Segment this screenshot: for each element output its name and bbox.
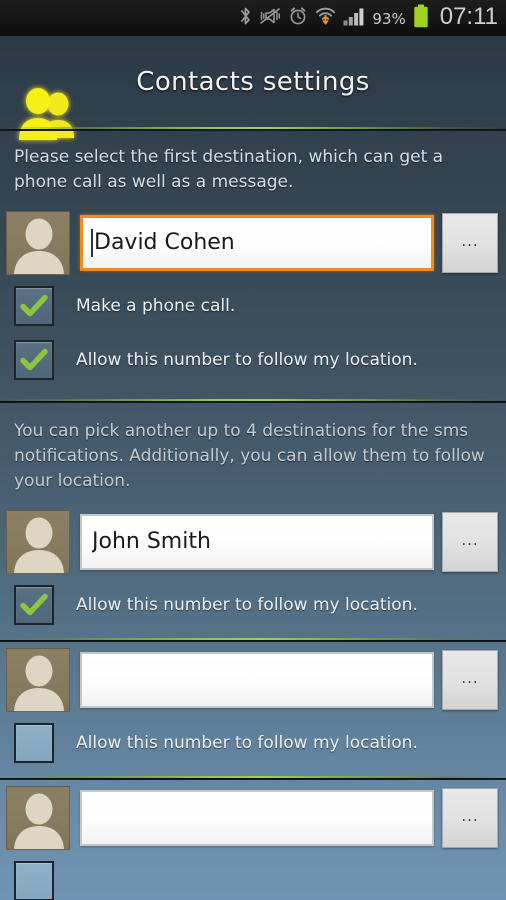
contact-avatar-icon: [6, 648, 70, 712]
battery-percent-label: 93%: [372, 9, 406, 28]
option-label-follow-location: Allow this number to follow my location.: [76, 595, 418, 615]
contact-row-primary: David Cohen ...: [0, 205, 506, 279]
option-row-follow-location-primary[interactable]: Allow this number to follow my location.: [0, 333, 506, 387]
contact-name-input-primary[interactable]: David Cohen: [80, 215, 434, 271]
app-header: Contacts settings: [0, 36, 506, 140]
contact-name-input[interactable]: [80, 790, 434, 846]
alarm-clock-icon: [288, 6, 308, 30]
option-label-follow-location: Allow this number to follow my location.: [76, 733, 418, 753]
checkbox-follow-location[interactable]: [14, 585, 54, 625]
divider-contact-row: [0, 638, 506, 642]
contact-row: ...: [0, 780, 506, 854]
text-caret: [91, 229, 93, 257]
option-label-follow-location-primary: Allow this number to follow my location.: [76, 350, 418, 370]
option-row-follow-location[interactable]: Allow this number to follow my location.: [0, 578, 506, 632]
contact-avatar-icon: [6, 510, 70, 574]
signal-bars-icon: [343, 7, 365, 30]
divider-contact-row: [0, 776, 506, 780]
contact-row: John Smith ...: [0, 504, 506, 578]
checkbox-follow-location-primary[interactable]: [14, 340, 54, 380]
vibrate-mute-icon: [259, 7, 281, 29]
contact-avatar-icon: [6, 786, 70, 850]
contact-name-value: David Cohen: [94, 232, 235, 254]
contact-row: ...: [0, 642, 506, 716]
checkbox-follow-location[interactable]: [14, 861, 54, 900]
contact-avatar-icon: [6, 211, 70, 275]
page-title: Contacts settings: [136, 66, 370, 97]
bluetooth-icon: [239, 6, 252, 30]
status-clock: 07:11: [439, 3, 498, 30]
option-row-make-phone-call[interactable]: Make a phone call.: [0, 279, 506, 333]
option-label-make-phone-call: Make a phone call.: [76, 296, 236, 316]
browse-contacts-button-primary[interactable]: ...: [442, 213, 498, 273]
wifi-download-icon: [315, 6, 336, 30]
section-two-info: You can pick another up to 4 destination…: [14, 421, 485, 491]
divider-section-two: [0, 399, 506, 403]
option-row-follow-location[interactable]: [0, 854, 506, 900]
contact-name-input[interactable]: [80, 652, 434, 708]
contact-name-value: John Smith: [92, 531, 211, 553]
browse-contacts-button[interactable]: ...: [442, 788, 498, 848]
contact-name-input[interactable]: John Smith: [80, 514, 434, 570]
checkbox-follow-location[interactable]: [14, 723, 54, 763]
divider-header: [0, 127, 506, 131]
status-bar: 93% 07:11: [0, 0, 506, 36]
battery-icon: [413, 4, 429, 32]
checkbox-make-phone-call[interactable]: [14, 286, 54, 326]
browse-contacts-button[interactable]: ...: [442, 512, 498, 572]
contacts-settings-screen: 93% 07:11 Contacts settings Please selec…: [0, 0, 506, 900]
browse-contacts-button[interactable]: ...: [442, 650, 498, 710]
option-row-follow-location[interactable]: Allow this number to follow my location.: [0, 716, 506, 770]
